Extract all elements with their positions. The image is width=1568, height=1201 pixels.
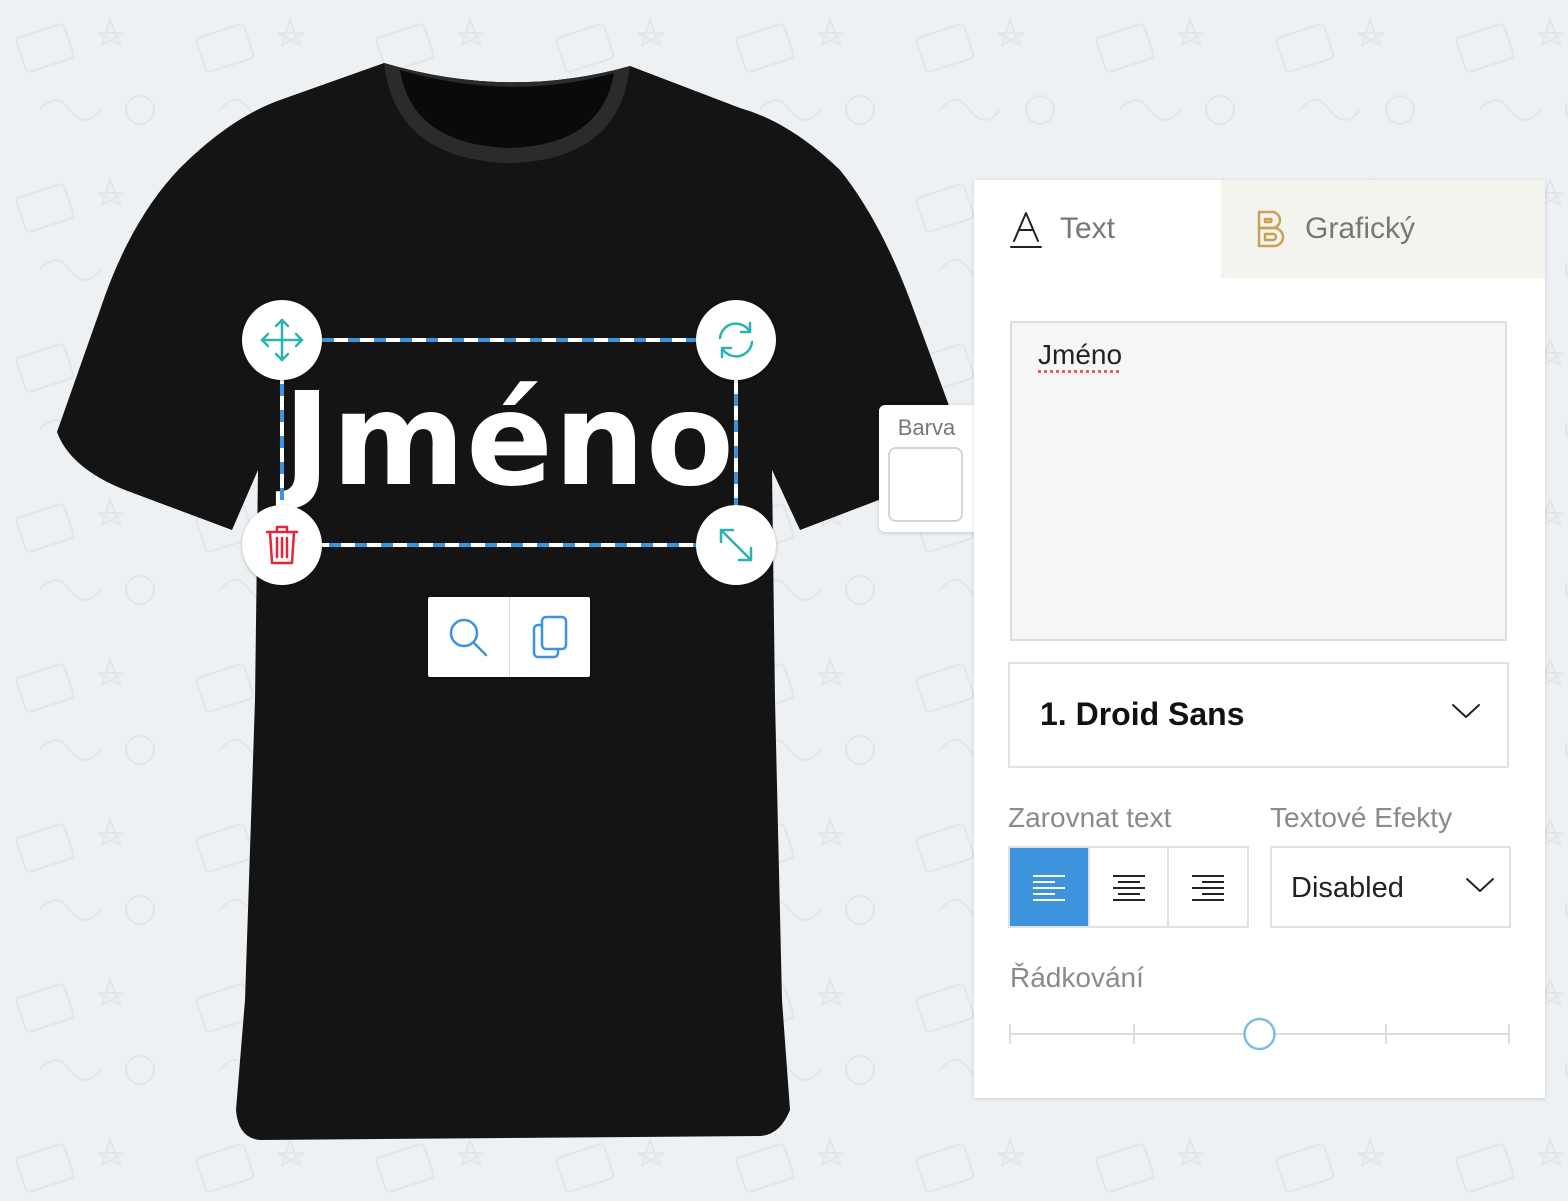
text-a-icon [1010, 212, 1042, 248]
align-left-icon [1032, 875, 1065, 901]
align-right-icon [1192, 875, 1225, 901]
effects-select[interactable]: Disabled [1270, 846, 1511, 928]
line-spacing-label: Řádkování [1010, 962, 1144, 993]
effects-select-value: Disabled [1291, 872, 1404, 904]
align-center-button[interactable] [1087, 848, 1168, 926]
slider-thumb[interactable] [1243, 1017, 1276, 1051]
chevron-down-icon [1466, 878, 1494, 892]
font-select[interactable]: 1. Droid Sans [1008, 662, 1509, 768]
move-handle[interactable] [242, 300, 322, 380]
rotate-icon [718, 321, 754, 359]
align-label: Zarovnat text [1008, 802, 1172, 833]
object-toolbar [428, 597, 590, 677]
text-input-value: Jméno [1038, 339, 1123, 370]
align-center-icon [1112, 875, 1145, 901]
trash-icon [265, 525, 299, 565]
zoom-button[interactable] [428, 597, 509, 677]
resize-icon [719, 528, 753, 562]
text-editor-panel: Text Grafický Jméno 1. Droid Sans Zarovn… [974, 180, 1545, 1098]
color-picker-label: Barva [897, 415, 956, 440]
color-picker: Barva [879, 405, 974, 532]
tab-text[interactable]: Text [974, 180, 1221, 278]
rotate-handle[interactable] [696, 300, 776, 380]
color-swatch[interactable] [888, 447, 963, 522]
chevron-down-icon [1452, 704, 1480, 718]
text-input[interactable]: Jméno [1010, 321, 1507, 641]
delete-handle[interactable] [242, 505, 322, 585]
line-spacing-slider[interactable] [1008, 1012, 1511, 1056]
panel-tabs: Text Grafický [974, 180, 1545, 278]
tab-graphic-label: Grafický [1305, 212, 1416, 245]
move-icon [260, 318, 304, 362]
align-group [1008, 846, 1249, 928]
duplicate-button[interactable] [508, 597, 591, 677]
copy-icon [532, 615, 567, 659]
font-select-value: 1. Droid Sans [1040, 696, 1245, 732]
align-left-button[interactable] [1010, 848, 1088, 926]
magnifier-icon [450, 618, 488, 657]
align-right-button[interactable] [1167, 848, 1247, 926]
resize-handle[interactable] [696, 505, 776, 585]
selection-box[interactable] [280, 338, 738, 547]
effects-label: Textové Efekty [1270, 802, 1453, 833]
tab-text-label: Text [1060, 212, 1116, 245]
graphic-b-icon [1257, 210, 1285, 248]
tab-graphic[interactable]: Grafický [1221, 180, 1545, 278]
